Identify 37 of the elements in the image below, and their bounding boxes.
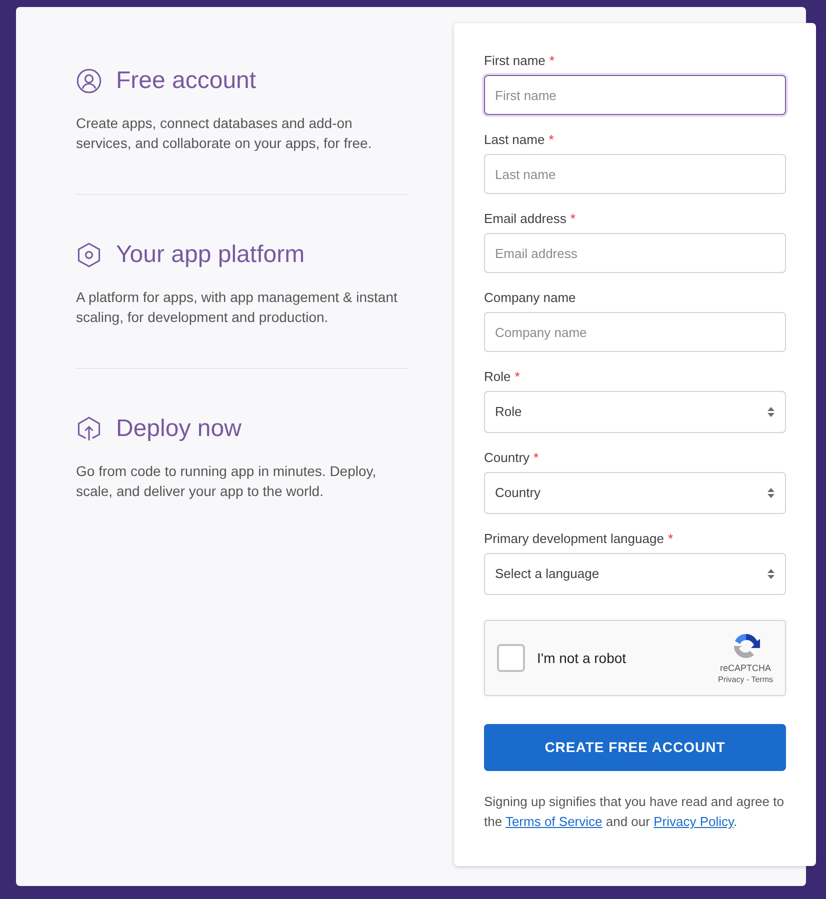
hexagon-icon	[76, 242, 102, 268]
required-mark: *	[514, 368, 520, 386]
captcha-brand: reCAPTCHA	[720, 662, 772, 674]
captcha-checkbox[interactable]	[497, 644, 525, 672]
text-field[interactable]: First name	[484, 75, 786, 115]
required-mark: *	[668, 530, 673, 548]
create-account-button[interactable]: CREATE FREE ACCOUNT	[484, 724, 786, 771]
captcha-label: I'm not a robot	[537, 648, 626, 668]
privacy-link[interactable]: Privacy Policy	[654, 814, 734, 829]
feature-title: Deploy now	[116, 414, 242, 444]
select-field[interactable]: Role	[484, 391, 786, 433]
terms-link[interactable]: Terms of Service	[505, 814, 602, 829]
field-label: Primary development language	[484, 530, 664, 548]
field-label: Role	[484, 368, 511, 386]
field-label: Country	[484, 449, 530, 468]
feature-description: Go from code to running app in minutes. Deploy, scale, and deliver your app to the world.	[76, 462, 378, 501]
select-field[interactable]: Select a language	[484, 553, 786, 595]
field-label: First name	[484, 52, 546, 70]
terms-text: Signing up signifies that you have read and agree to the Terms of Service and our Privacy Policy.	[484, 793, 785, 831]
feature-title: Free account	[116, 66, 256, 96]
field-label: Last name	[484, 131, 545, 150]
required-mark: *	[549, 52, 554, 70]
field-label: Company name	[484, 289, 576, 308]
feature-description: A platform for apps, with app management & instant scaling, for development and production.	[76, 288, 398, 327]
feature-description: Create apps, connect databases and add-on services, and collaborate on your apps, for free.	[76, 114, 373, 153]
sort-caret-icon	[767, 406, 775, 418]
sort-caret-icon	[767, 568, 775, 580]
feature-title: Your app platform	[116, 240, 305, 270]
field-label: Email address	[484, 210, 566, 228]
required-mark: *	[534, 449, 539, 468]
sort-caret-icon	[767, 487, 775, 499]
select-field[interactable]: Country	[484, 472, 786, 514]
captcha-links: Privacy - Terms	[718, 674, 773, 686]
user-icon	[76, 68, 102, 94]
required-mark: *	[548, 131, 554, 150]
required-mark: *	[570, 210, 576, 228]
upload-icon	[76, 416, 102, 442]
